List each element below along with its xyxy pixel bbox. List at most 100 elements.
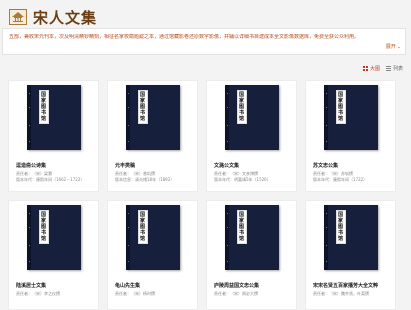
book-stitch [226,107,228,108]
intro-text: 五部，兼收宋元刊本，次及明清精钞精刻，相征名家校勘题跋之本，通过馆藏影卷还原数字… [9,34,360,40]
book-edition: 版本年代：康熙年间（1722） [313,177,368,182]
book-cover-image[interactable]: 国家图书馆 [125,205,180,270]
book-cover-label-char: 国 [139,91,145,98]
book-cover-label-char: 馆 [40,235,46,242]
book-cover-label-char: 国 [139,211,145,218]
book-cover-image[interactable]: 国家图书馆 [323,205,378,270]
book-edition: 版本信息：清光绪18年（1892） [115,177,175,182]
book-cover-label: 国家图书馆 [236,90,247,124]
book-stitch [325,141,327,142]
book-stitch [28,213,30,214]
book-cover-label-char: 图 [40,103,46,110]
book-cover-label-char: 图 [238,103,244,110]
logo-icon[interactable] [9,9,27,25]
book-title[interactable]: 逗造斋公诗集 [16,162,46,169]
book-cover-image[interactable]: 国家图书馆 [125,85,180,150]
book-cover-label-char: 馆 [337,115,343,122]
book-cover-label-char: 家 [40,217,46,224]
book-stitch [28,245,30,246]
expand-button[interactable]: 展开 ⌄ [386,43,401,51]
book-cover-label-char: 书 [139,109,145,116]
book-cover-label-char: 家 [139,97,145,104]
book-stitch [28,107,30,108]
book-stitch [226,227,228,228]
list-icon [385,66,391,71]
book-stitch [127,245,129,246]
book-card[interactable]: 国家图书馆逗造斋公诗集 责任者：（宋）梁灏 版本年代：康熙年间（1662－1722） [8,80,99,192]
book-cover-label-char: 图 [40,223,46,230]
book-card[interactable]: 国家图书馆宋宋名贤五百家播芳大全文粹 责任者：（宋）魏齐贤，叶菜撰 [305,200,396,310]
book-card[interactable]: 国家图书馆苏文忠公集 责任者：（宋）苏轼撰 版本年代：康熙年间（1722） [305,80,396,192]
book-cover-label-char: 家 [337,217,343,224]
book-cover-label-char: 书 [238,109,244,116]
book-title[interactable]: 文潞公文集 [214,162,239,169]
book-cover-image[interactable]: 国家图书馆 [323,85,378,150]
list-view-button[interactable]: 列表 [385,65,403,72]
book-cover-label-char: 馆 [139,115,145,122]
book-cover-label-char: 国 [238,211,244,218]
book-cover-wrap: 国家图书馆 [9,81,98,158]
book-edition: 版本年代：明嘉靖5年（1526） [214,177,271,182]
book-card[interactable]: 国家图书馆元丰类稿 责任者：（宋）曾巩撰 版本信息：清光绪18年（1892） [107,80,198,192]
book-card[interactable]: 国家图书馆庐陵周益国文忠公集 责任者：（宋）周必大撰 [206,200,297,310]
book-cover-label-char: 国 [337,211,343,218]
book-cover-wrap: 国家图书馆 [108,201,197,278]
book-stitch [325,107,327,108]
book-cover-label-char: 家 [238,97,244,104]
list-view-label: 列表 [392,66,403,72]
book-stitch [127,125,129,126]
book-title[interactable]: 庐陵周益国文忠公集 [214,282,259,289]
book-title[interactable]: 陆溪居士文集 [16,282,46,289]
book-title[interactable]: 宋宋名贤五百家播芳大全文粹 [313,282,378,289]
book-cover-label: 国家图书馆 [38,90,49,124]
book-card[interactable]: 国家图书馆龟山先生集责任者：（宋）杨时撰 [107,200,198,310]
book-stitch [28,261,30,262]
book-stitch [127,141,129,142]
book-cover-image[interactable]: 国家图书馆 [26,85,81,150]
book-stitch [28,227,30,228]
book-cover-image[interactable]: 国家图书馆 [26,205,81,270]
book-cover-label-char: 馆 [238,235,244,242]
book-cover-label: 国家图书馆 [335,210,346,244]
site-title[interactable]: 宋人文集 [33,7,97,28]
book-author: 责任者：（宋）周必大撰 [214,291,258,296]
book-cover-label-char: 书 [337,229,343,236]
book-cover-label-char: 图 [337,223,343,230]
book-cover-label-char: 书 [40,229,46,236]
book-cover-label-char: 家 [337,97,343,104]
book-author: 责任者：（宋）李之仪撰 [16,291,60,296]
book-cover-image[interactable]: 国家图书馆 [224,205,279,270]
book-stitch [226,93,228,94]
book-cover-label-char: 家 [238,217,244,224]
book-stitch [127,227,129,228]
book-cover-label-char: 书 [337,109,343,116]
book-stitch [226,245,228,246]
book-cover-label-char: 馆 [139,235,145,242]
book-title[interactable]: 苏文忠公集 [313,162,338,169]
book-stitch [325,213,327,214]
book-cover-label-char: 国 [337,91,343,98]
book-stitch [325,227,327,228]
intro-panel [2,28,406,55]
book-cover-label-char: 图 [139,103,145,110]
book-cover-label: 国家图书馆 [236,210,247,244]
book-cover-label-char: 书 [139,229,145,236]
book-title[interactable]: 元丰类稿 [115,162,135,169]
book-cover-label: 国家图书馆 [137,210,148,244]
book-title[interactable]: 龟山先生集 [115,282,140,289]
grid-view-label: 大图 [369,66,380,72]
book-stitch [325,245,327,246]
book-stitch [325,125,327,126]
book-author: 责任者：（宋）魏齐贤，叶菜撰 [313,291,369,296]
grid-icon [362,66,368,71]
book-author: 责任者：（宋）杨时撰 [115,291,155,296]
book-cover-image[interactable]: 国家图书馆 [224,85,279,150]
book-cover-label-char: 书 [238,229,244,236]
grid-view-button[interactable]: 大图 [362,65,380,72]
book-card[interactable]: 国家图书馆文潞公文集 责任者：（宋）文彦博撰 版本年代：明嘉靖5年（1526） [206,80,297,192]
chevron-down-icon: ⌄ [396,43,401,50]
book-stitch [28,93,30,94]
book-cover-wrap: 国家图书馆 [9,201,98,278]
book-card[interactable]: 国家图书馆陆溪居士文集责任者：（宋）李之仪撰 [8,200,99,310]
book-cover-label-char: 图 [139,223,145,230]
